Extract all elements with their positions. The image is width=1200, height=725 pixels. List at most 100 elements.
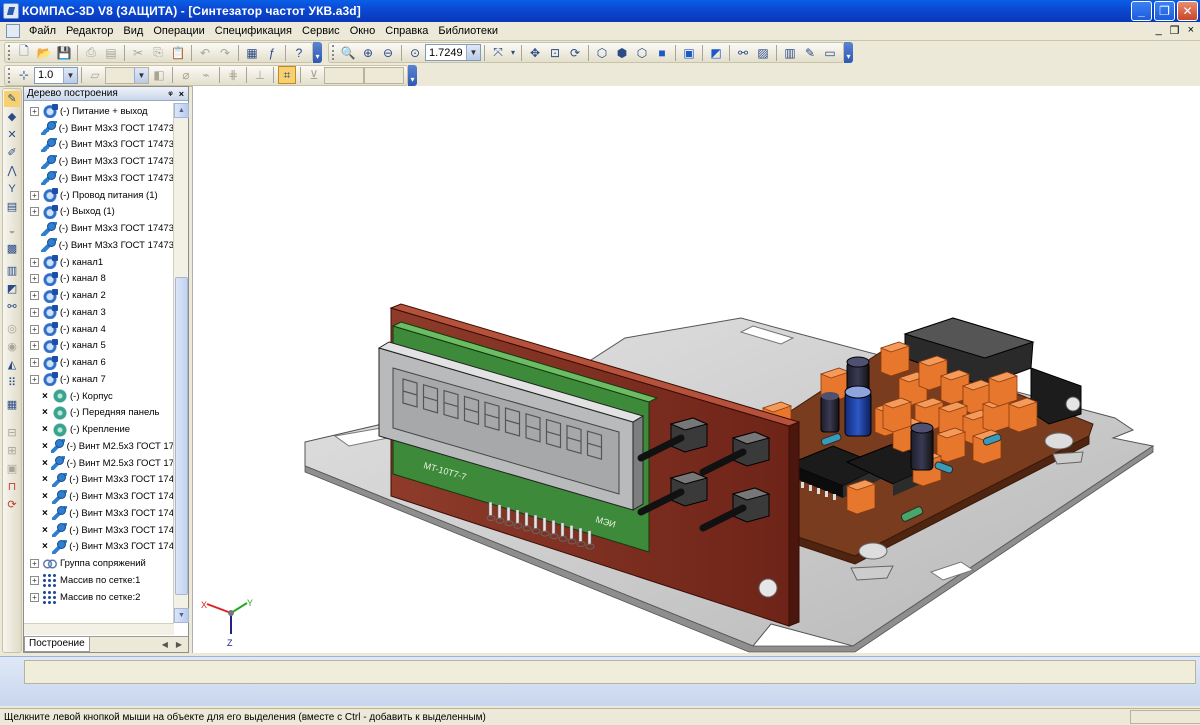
- variables-icon[interactable]: ƒ: [263, 44, 281, 62]
- surface-icon[interactable]: ◒: [4, 223, 20, 239]
- tree-item[interactable]: (-) Винт М3х3 ГОСТ 17473: [24, 220, 174, 237]
- toolbar-overflow-chevron-icon[interactable]: ▾: [408, 64, 417, 86]
- coord-y-field[interactable]: [364, 66, 404, 84]
- screen-icon[interactable]: ▭: [821, 44, 839, 62]
- zoom-in-icon[interactable]: ⊕: [359, 44, 377, 62]
- expand-icon[interactable]: +: [30, 106, 39, 116]
- tree-item[interactable]: × (-) Винт М3х3 ГОСТ 174: [24, 488, 174, 505]
- tree-item[interactable]: + (-) Выход (1): [24, 204, 174, 221]
- sketch-icon[interactable]: ✐: [4, 145, 20, 161]
- menu-operations[interactable]: Операции: [148, 25, 209, 37]
- layout-icon[interactable]: ▣: [4, 461, 20, 477]
- tree-item[interactable]: × (-) Винт М2.5х3 ГОСТ 17: [24, 455, 174, 472]
- hidden-lines-icon[interactable]: ⬢: [613, 44, 631, 62]
- constraint-b-icon[interactable]: ⟳: [4, 497, 20, 513]
- tab-scroll-right-icon[interactable]: ▶: [176, 640, 182, 649]
- zoom-out-icon[interactable]: ⊖: [379, 44, 397, 62]
- mdi-close-button[interactable]: ×: [1188, 24, 1194, 37]
- expand-icon[interactable]: +: [30, 307, 39, 317]
- close-button[interactable]: ✕: [1177, 1, 1198, 21]
- restore-button[interactable]: ❐: [1154, 1, 1175, 21]
- expand-icon[interactable]: +: [30, 291, 39, 301]
- perspective-icon[interactable]: ◩: [707, 44, 725, 62]
- tree-item[interactable]: (-) Винт М3х3 ГОСТ 17473: [24, 237, 174, 254]
- chevron-down-icon[interactable]: ▾: [509, 44, 517, 62]
- rotate-icon[interactable]: ⟳: [566, 44, 584, 62]
- measure-icon[interactable]: ✎: [801, 44, 819, 62]
- mates-icon[interactable]: ⚯: [4, 299, 20, 315]
- expand-icon[interactable]: +: [30, 358, 39, 368]
- tree-item[interactable]: + (-) Питание + выход: [24, 103, 174, 120]
- ortho-icon[interactable]: ⌁: [197, 66, 215, 84]
- pan-icon[interactable]: ✥: [526, 44, 544, 62]
- copy-icon[interactable]: ⎘: [149, 44, 167, 62]
- expand-icon[interactable]: +: [30, 190, 39, 200]
- shading-icon[interactable]: ◭: [4, 357, 20, 373]
- show-all-icon[interactable]: ⊡: [546, 44, 564, 62]
- step-combo[interactable]: 1.0 ▼: [34, 66, 78, 84]
- coord-x-field[interactable]: [324, 66, 364, 84]
- halftone-edges-icon[interactable]: ▣: [680, 44, 698, 62]
- cut-component-icon[interactable]: ◎: [4, 321, 20, 337]
- cut-icon[interactable]: ✂: [129, 44, 147, 62]
- manager-icon[interactable]: ▦: [243, 44, 261, 62]
- model-viewport[interactable]: MT-10T7-7 МЭИ X Y Z: [192, 86, 1200, 653]
- minimize-button[interactable]: _: [1131, 1, 1152, 21]
- chevron-down-icon[interactable]: ▼: [134, 67, 148, 83]
- save-icon[interactable]: 💾: [55, 44, 73, 62]
- layer-icon[interactable]: ▱: [86, 66, 104, 84]
- wireframe-icon[interactable]: ⬡: [593, 44, 611, 62]
- state-icon[interactable]: ◧: [150, 66, 168, 84]
- menu-view[interactable]: Вид: [118, 25, 148, 37]
- mdi-minimize-button[interactable]: _: [1156, 24, 1162, 37]
- preview-icon[interactable]: ▤: [102, 44, 120, 62]
- tree-item[interactable]: (-) Винт М3х3 ГОСТ 17473: [24, 137, 174, 154]
- tree-item[interactable]: × (-) Крепление: [24, 421, 174, 438]
- scroll-thumb[interactable]: [175, 277, 188, 595]
- tree-item[interactable]: + (-) канал 5: [24, 338, 174, 355]
- array-grid-icon[interactable]: ⠿: [4, 375, 20, 391]
- assembly-icon[interactable]: ▩: [4, 241, 20, 257]
- paste-icon[interactable]: 📋: [169, 44, 187, 62]
- toolbar-overflow-chevron-icon[interactable]: ▾: [844, 42, 853, 63]
- expand-icon[interactable]: +: [30, 324, 39, 334]
- spec-icon[interactable]: ▥: [781, 44, 799, 62]
- scroll-down-icon[interactable]: ▼: [174, 608, 189, 623]
- tree-item[interactable]: × (-) Винт М3х3 ГОСТ 174: [24, 472, 174, 489]
- tree-item[interactable]: (-) Винт М3х3 ГОСТ 17473: [24, 153, 174, 170]
- hidden-thin-icon[interactable]: ⬡: [633, 44, 651, 62]
- tree-item[interactable]: × (-) Винт М3х3 ГОСТ 174: [24, 522, 174, 539]
- chevron-down-icon[interactable]: ▼: [466, 45, 480, 60]
- geometry-icon[interactable]: ◆: [4, 109, 20, 125]
- zoom-combo[interactable]: 1.7249 ▼: [425, 44, 481, 61]
- grid-icon[interactable]: ⋕: [224, 66, 242, 84]
- expand-icon[interactable]: +: [30, 341, 39, 351]
- tree-item[interactable]: + (-) канал 3: [24, 304, 174, 321]
- tree-item[interactable]: + (-) канал1: [24, 254, 174, 271]
- expand-icon[interactable]: +: [30, 274, 39, 284]
- tree-horizontal-scrollbar[interactable]: [24, 623, 174, 635]
- tree-item[interactable]: × (-) Корпус: [24, 388, 174, 405]
- expand-icon[interactable]: +: [30, 592, 39, 602]
- print-icon[interactable]: ⎙: [82, 44, 100, 62]
- constraint-a-icon[interactable]: ⊓: [4, 479, 20, 495]
- open-icon[interactable]: 📂: [35, 44, 53, 62]
- zoom-window-icon[interactable]: 🔍: [339, 44, 357, 62]
- bindings-icon[interactable]: ⌗: [278, 66, 296, 84]
- component-icon[interactable]: ▥: [4, 263, 20, 279]
- tree-item[interactable]: × (-) Винт М3х3 ГОСТ 174: [24, 505, 174, 522]
- expand-icon[interactable]: +: [30, 257, 39, 267]
- cursor-coord-icon[interactable]: ⊻: [305, 66, 323, 84]
- axes-icon[interactable]: Y: [4, 181, 20, 197]
- menu-specification[interactable]: Спецификация: [210, 25, 297, 37]
- toolbar-overflow-chevron-icon[interactable]: ▾: [313, 42, 322, 63]
- toolbar-grip[interactable]: [8, 45, 11, 60]
- aux-geometry-icon[interactable]: ✕: [4, 127, 20, 143]
- undo-icon[interactable]: ↶: [196, 44, 214, 62]
- new-document-icon[interactable]: 🗋: [15, 44, 33, 62]
- tree-item[interactable]: + (-) канал 7: [24, 371, 174, 388]
- redo-icon[interactable]: ↷: [216, 44, 234, 62]
- local-cs-icon[interactable]: ⊥: [251, 66, 269, 84]
- insert-icon[interactable]: ◩: [4, 281, 20, 297]
- menu-edit[interactable]: Редактор: [61, 25, 118, 37]
